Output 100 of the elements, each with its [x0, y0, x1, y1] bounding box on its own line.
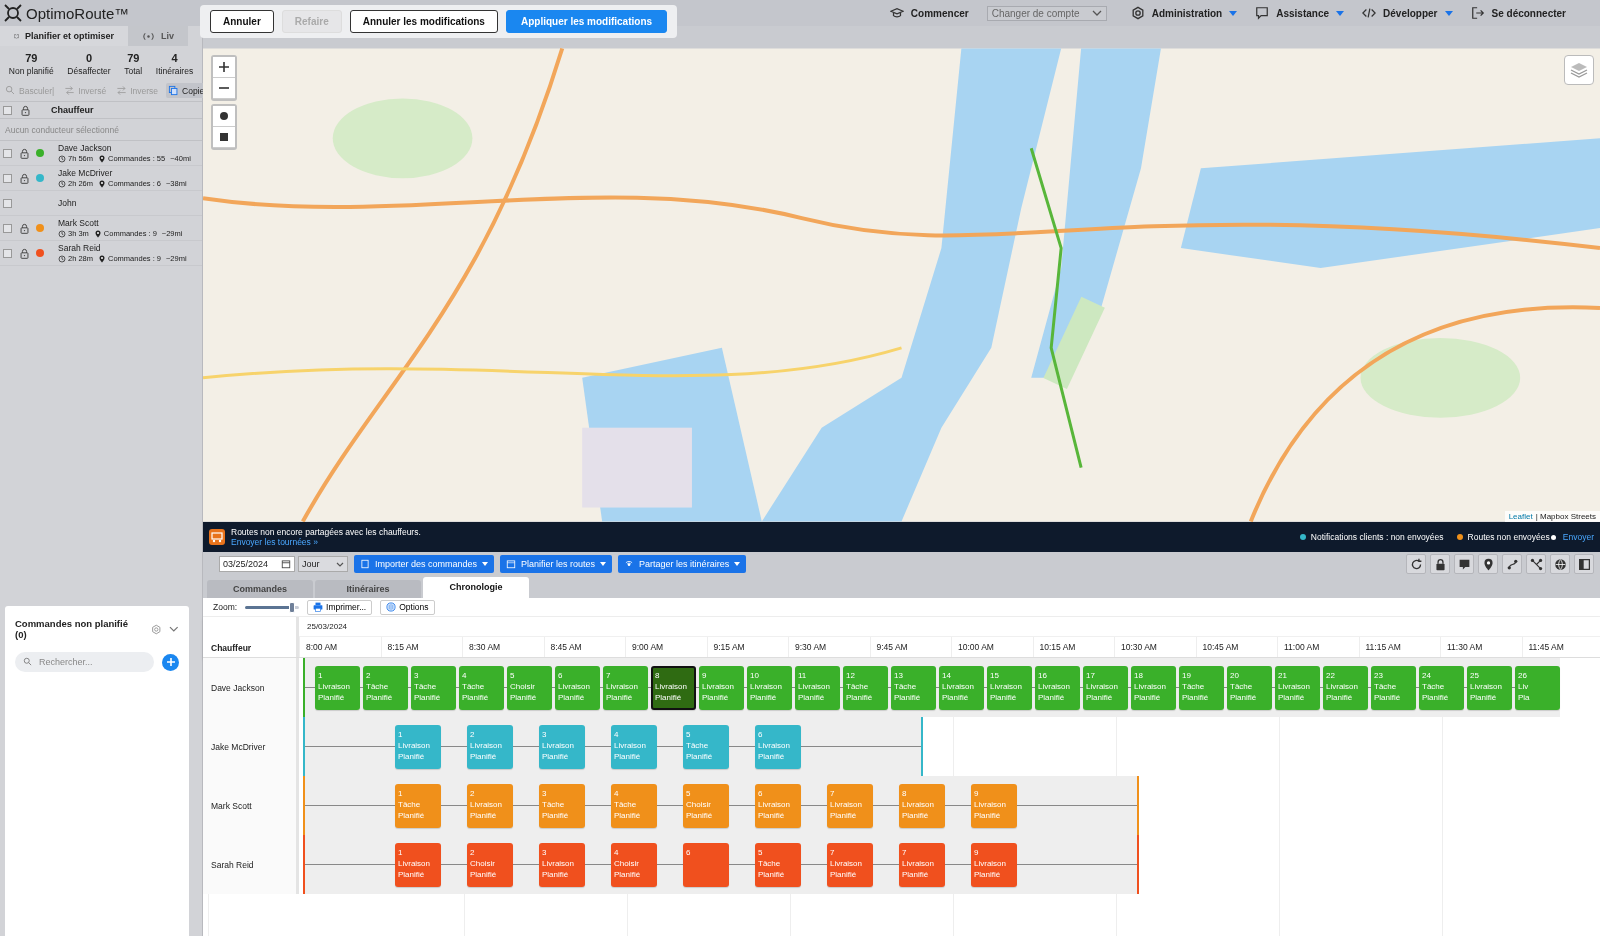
sidebar-button[interactable]: [1574, 554, 1594, 574]
checkbox[interactable]: [3, 105, 12, 115]
pin-button[interactable]: [1478, 554, 1498, 574]
checkbox[interactable]: [3, 248, 12, 258]
route-button[interactable]: [1502, 554, 1522, 574]
search-field[interactable]: Rechercher...: [15, 652, 154, 672]
tab[interactable]: Commandes: [207, 580, 313, 598]
stop-block[interactable]: 14 Livraison Planifié: [939, 665, 984, 710]
stop-block[interactable]: 12 Tâche Planifié: [843, 665, 888, 710]
chevron-down-icon[interactable]: [169, 626, 179, 632]
stop-block[interactable]: 7 Livraison Planifié: [827, 842, 873, 887]
stop-block[interactable]: 8 Livraison Planifié: [899, 783, 945, 828]
stop-block[interactable]: 2 Livraison Planifié: [467, 724, 513, 769]
globe-button[interactable]: [1550, 554, 1570, 574]
stop-block[interactable]: 1 Tâche Planifié: [395, 783, 441, 828]
checkbox[interactable]: [3, 148, 12, 158]
stop-block[interactable]: 13 Tâche Planifié: [891, 665, 936, 710]
stop-block[interactable]: 7 Livraison Planifié: [827, 783, 873, 828]
action-button[interactable]: Inversé: [62, 83, 109, 98]
attribution-link[interactable]: Leaflet: [1508, 512, 1533, 521]
stop-block[interactable]: 3 Tâche Planifié: [539, 783, 585, 828]
stop-block[interactable]: 3 Livraison Planifié: [539, 842, 585, 887]
toolbar-button[interactable]: Annuler les modifications: [349, 10, 498, 33]
stop-block[interactable]: 4 Tâche Planifié: [459, 665, 504, 710]
period-select[interactable]: Jour: [298, 556, 348, 572]
toolbar-button[interactable]: Annuler: [210, 10, 274, 33]
stop-block[interactable]: 15 Livraison Planifié: [987, 665, 1032, 710]
zoom-in-button[interactable]: [213, 57, 235, 78]
sidebar-tab[interactable]: Planifier et optimiser: [0, 26, 128, 46]
tab[interactable]: Itinéraires: [315, 580, 421, 598]
apply-button[interactable]: Appliquer les modifications: [505, 10, 668, 33]
stop-block[interactable]: 16 Livraison Planifié: [1035, 665, 1080, 710]
options-button[interactable]: Options: [380, 599, 435, 615]
stop-block[interactable]: 5 Choisir Planifié: [683, 783, 729, 828]
draw-circle-button[interactable]: [213, 106, 235, 127]
sidebar-tab[interactable]: Liv: [128, 26, 188, 46]
send-routes-link[interactable]: Envoyer les tournées »: [231, 537, 421, 547]
stop-block[interactable]: 3 Tâche Planifié: [411, 665, 456, 710]
add-button[interactable]: [162, 653, 179, 671]
stop-block[interactable]: 2 Choisir Planifié: [467, 842, 513, 887]
time-label: 9:45 AM: [876, 642, 908, 652]
menu-button[interactable]: Planifier les routes: [500, 555, 613, 573]
stop-block[interactable]: 10 Livraison Planifié: [747, 665, 792, 710]
lock-button[interactable]: [1430, 554, 1450, 574]
branch-button[interactable]: [1526, 554, 1546, 574]
action-button[interactable]: Inverse: [114, 83, 161, 98]
stop-block[interactable]: 8 Livraison Planifié: [651, 665, 696, 710]
stop-block[interactable]: 1 Livraison Planifié: [395, 842, 441, 887]
stop-block[interactable]: 4 Tâche Planifié: [611, 783, 657, 828]
stop-block[interactable]: 9 Livraison Planifié: [971, 842, 1017, 887]
comment-icon: [1457, 557, 1471, 571]
menu-button[interactable]: Importer des commandes: [354, 555, 495, 573]
stop-block[interactable]: 23 Tâche Planifié: [1371, 665, 1416, 710]
stop-block[interactable]: 21 Livraison Planifié: [1275, 665, 1320, 710]
stop-block[interactable]: 1 Livraison Planifié: [315, 665, 360, 710]
stop-block[interactable]: 5 Tâche Planifié: [755, 842, 801, 887]
refresh-button[interactable]: [1406, 554, 1426, 574]
stop-block[interactable]: 7 Livraison Planifié: [899, 842, 945, 887]
date-field[interactable]: 03/25/2024: [219, 556, 295, 572]
stop-block[interactable]: 2 Livraison Planifié: [467, 783, 513, 828]
pin-icon: [98, 254, 107, 263]
stop-block[interactable]: 24 Tâche Planifié: [1419, 665, 1464, 710]
nav-menu[interactable]: Assistance: [1255, 6, 1345, 20]
stop-block[interactable]: 5 Choisir Planifié: [507, 665, 552, 710]
stop-block[interactable]: 6: [683, 842, 729, 887]
stop-block[interactable]: 11 Livraison Planifié: [795, 665, 840, 710]
stop-block[interactable]: 9 Livraison Planifié: [971, 783, 1017, 828]
stop-block[interactable]: 4 Livraison Planifié: [611, 724, 657, 769]
stop-block[interactable]: 19 Tâche Planifié: [1179, 665, 1224, 710]
stop-block[interactable]: 5 Tâche Planifié: [683, 724, 729, 769]
nav-link[interactable]: Commencer: [889, 6, 969, 20]
nav-link[interactable]: Se déconnecter: [1470, 6, 1566, 20]
stop-block[interactable]: 6 Livraison Planifié: [755, 783, 801, 828]
time-label: 9:30 AM: [795, 642, 827, 652]
checkbox[interactable]: [3, 173, 12, 183]
nav-menu[interactable]: Administration: [1130, 6, 1238, 20]
stop-block[interactable]: 4 Choisir Planifié: [611, 842, 657, 887]
stop-block[interactable]: 1 Livraison Planifié: [395, 724, 441, 769]
nav-menu[interactable]: Développer: [1362, 6, 1453, 20]
checkbox[interactable]: [3, 198, 12, 208]
stop-block[interactable]: 6 Livraison Planifié: [755, 724, 801, 769]
stat-label: Itinéraires: [155, 66, 194, 76]
send-link[interactable]: Envoyer: [1562, 532, 1594, 542]
menu-button[interactable]: Partager les itinéraires: [618, 555, 747, 573]
stop-block[interactable]: 22 Livraison Planifié: [1323, 665, 1368, 710]
stop-block[interactable]: 18 Livraison Planifié: [1131, 665, 1176, 710]
tab[interactable]: Chronologie: [423, 577, 529, 598]
stop-block[interactable]: 3 Livraison Planifié: [539, 724, 585, 769]
stop-block[interactable]: 20 Tâche Planifié: [1227, 665, 1272, 710]
stop-block[interactable]: 2 Tâche Planifié: [363, 665, 408, 710]
stop-block[interactable]: 6 Livraison Planifié: [555, 665, 600, 710]
stop-block[interactable]: 7 Livraison Planifié: [603, 665, 648, 710]
stop-block[interactable]: 17 Livraison Planifié: [1083, 665, 1128, 710]
account-select[interactable]: Changer de compte: [986, 5, 1107, 21]
stop-block[interactable]: 26 Liv Pla: [1515, 665, 1560, 710]
checkbox[interactable]: [3, 223, 12, 233]
stop-block[interactable]: 9 Livraison Planifié: [699, 665, 744, 710]
print-button[interactable]: Imprimer...: [307, 599, 373, 615]
comment-button[interactable]: [1454, 554, 1474, 574]
stop-block[interactable]: 25 Livraison Planifié: [1467, 665, 1512, 710]
